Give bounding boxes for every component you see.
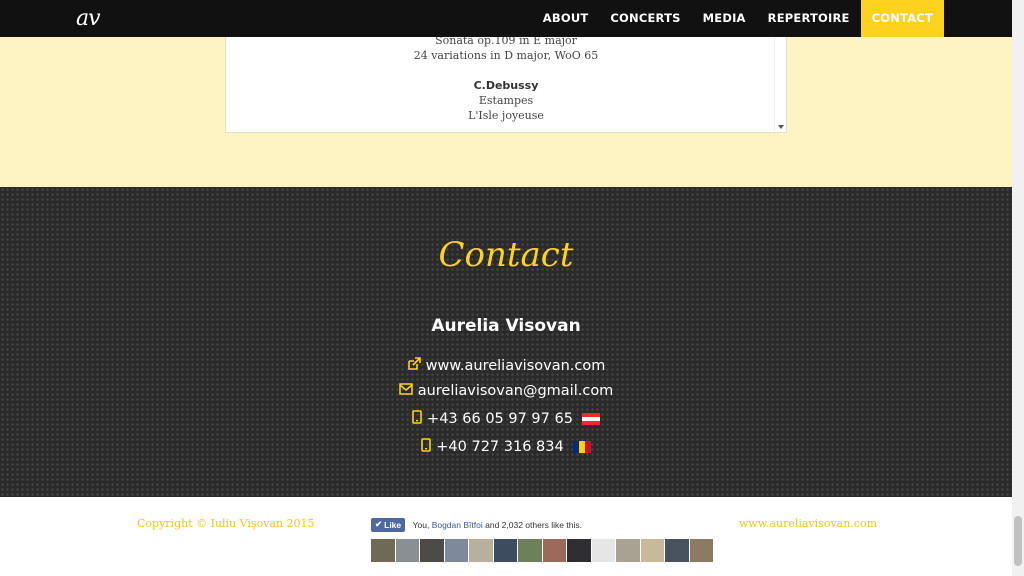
- contact-phone-romania[interactable]: +40 727 316 834: [0, 438, 1012, 456]
- phone-number-austria[interactable]: +43 66 05 97 97 65: [427, 411, 573, 427]
- page-scrollbar[interactable]: [1012, 0, 1024, 576]
- footer-website-link[interactable]: www.aureliavisovan.com: [739, 517, 877, 530]
- external-link-icon: [407, 357, 421, 375]
- romania-flag-icon: [572, 441, 591, 453]
- footer: Copyright © Iuliu Vişovan 2015 ✔ Like Yo…: [0, 497, 1012, 576]
- nav-repertoire[interactable]: REPERTOIRE: [757, 0, 861, 37]
- website-link[interactable]: www.aureliavisovan.com: [426, 358, 606, 374]
- avatar[interactable]: [689, 539, 713, 562]
- fb-rest-text: and 2,032 others like this.: [485, 519, 582, 530]
- like-button-label: Like: [384, 519, 402, 530]
- thumbs-up-icon: ✔: [375, 519, 383, 530]
- contact-heading: Contact: [438, 235, 574, 275]
- avatar[interactable]: [444, 539, 468, 562]
- scrollbar-thumb[interactable]: [1014, 516, 1022, 566]
- avatar[interactable]: [518, 539, 542, 562]
- avatar[interactable]: [567, 539, 591, 562]
- fb-friend-link[interactable]: Bogdan Bîtfoi: [432, 520, 483, 530]
- phone-number-romania[interactable]: +40 727 316 834: [436, 439, 563, 455]
- avatar[interactable]: [395, 539, 419, 562]
- facebook-like-summary: You, Bogdan Bîtfoi and 2,032 others like…: [413, 520, 582, 530]
- main-nav: ABOUT CONCERTS MEDIA REPERTOIRE CONTACT: [532, 0, 944, 37]
- facebook-like-box: ✔ Like You, Bogdan Bîtfoi and 2,032 othe…: [371, 516, 713, 562]
- avatar[interactable]: [591, 539, 615, 562]
- avatar[interactable]: [542, 539, 566, 562]
- austria-flag-icon: [581, 413, 600, 425]
- mobile-phone-icon: [412, 410, 422, 428]
- avatar[interactable]: [616, 539, 640, 562]
- composer-name: C.Debussy: [473, 79, 539, 92]
- contact-phone-austria[interactable]: +43 66 05 97 97 65: [0, 410, 1012, 428]
- scroll-down-arrow-icon[interactable]: [778, 125, 784, 129]
- repertoire-list: Sonata op.109 in E major 24 variations i…: [226, 31, 786, 123]
- nav-media[interactable]: MEDIA: [692, 0, 757, 37]
- contact-website[interactable]: www.aureliavisovan.com: [0, 357, 1012, 375]
- facebook-faces-row: [371, 539, 713, 562]
- contact-person-name: Aurelia Visovan: [431, 316, 581, 336]
- avatar[interactable]: [640, 539, 664, 562]
- top-navbar: av ABOUT CONCERTS MEDIA REPERTOIRE CONTA…: [0, 0, 1012, 37]
- avatar[interactable]: [420, 539, 444, 562]
- avatar[interactable]: [469, 539, 493, 562]
- copyright-text: Copyright © Iuliu Vişovan 2015: [137, 517, 315, 530]
- repertoire-scroll-box[interactable]: Sonata op.109 in E major 24 variations i…: [225, 30, 787, 133]
- facebook-like-button[interactable]: ✔ Like: [371, 517, 406, 532]
- site-logo[interactable]: av: [76, 6, 101, 31]
- avatar[interactable]: [665, 539, 689, 562]
- nav-concerts[interactable]: CONCERTS: [599, 0, 691, 37]
- envelope-icon: [398, 383, 413, 399]
- mobile-phone-icon: [421, 438, 432, 456]
- nav-about[interactable]: ABOUT: [532, 0, 600, 37]
- contact-email[interactable]: aureliavisovan@gmail.com: [0, 383, 1012, 399]
- email-link[interactable]: aureliavisovan@gmail.com: [418, 383, 614, 399]
- avatar[interactable]: [493, 539, 517, 562]
- avatar[interactable]: [371, 539, 395, 562]
- repertoire-work: 24 variations in D major, WoO 65: [413, 49, 599, 62]
- fb-you-text: You,: [412, 519, 430, 530]
- nav-contact[interactable]: CONTACT: [860, 0, 944, 37]
- repertoire-work: L'Isle joyeuse: [468, 109, 544, 122]
- contact-section: Contact Aurelia Visovan www.aureliavisov…: [0, 187, 1012, 497]
- repertoire-work: Estampes: [478, 94, 534, 107]
- repertoire-scrollbar[interactable]: [774, 31, 786, 132]
